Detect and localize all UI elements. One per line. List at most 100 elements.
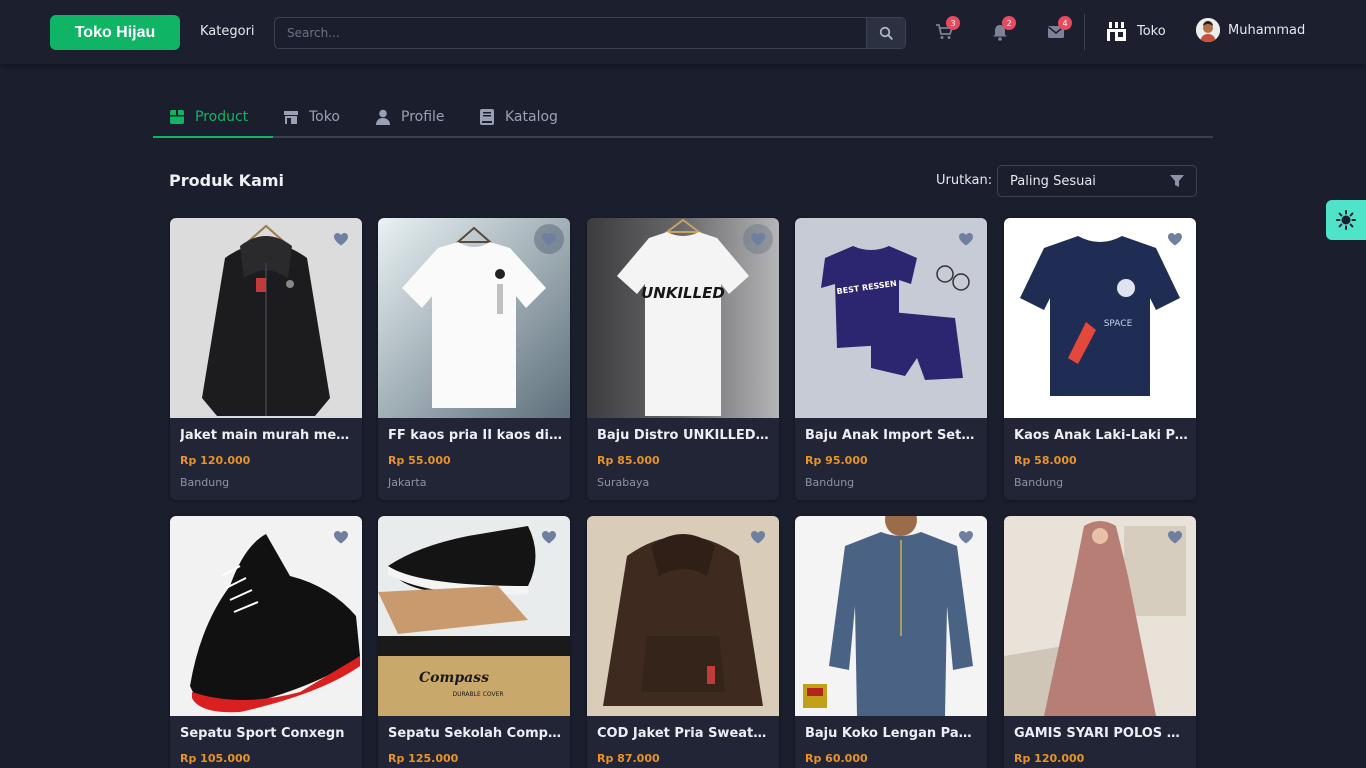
product-city: Bandung	[1014, 476, 1064, 489]
theme-toggle-button[interactable]	[1326, 200, 1366, 240]
tab-toko-label: Toko	[309, 109, 340, 125]
cart-badge: 3	[946, 16, 960, 30]
top-navbar: Toko Hijau Kategori 3 2 4	[0, 0, 1366, 64]
product-price: Rp 95.000	[805, 454, 868, 467]
product-city: Surabaya	[597, 476, 650, 489]
heart-icon	[959, 530, 973, 543]
product-image	[1004, 516, 1196, 716]
store-icon	[283, 109, 299, 125]
search-button[interactable]	[866, 18, 905, 48]
book-icon	[479, 109, 495, 125]
sort-label: Urutkan:	[936, 173, 993, 188]
avatar	[1196, 18, 1220, 42]
box-icon	[169, 109, 185, 125]
product-card[interactable]: UNKILLED Baju Distro UNKILLED Ka... Rp 8…	[587, 218, 779, 500]
heart-icon	[751, 232, 765, 245]
product-card[interactable]: Baju Koko Lengan Panja... Rp 60.000	[795, 516, 987, 768]
product-image	[587, 516, 779, 716]
search-bar	[274, 17, 906, 49]
box-sub-text: DURABLE COVER	[452, 691, 503, 698]
product-name: Sepatu Sekolah Compas...	[388, 726, 562, 741]
product-name: Kaos Anak Laki-Laki Pak...	[1014, 428, 1188, 443]
product-card[interactable]: BEST RESSEN Baju Anak Import Setela... R…	[795, 218, 987, 500]
product-price: Rp 125.000	[388, 752, 459, 765]
user-name: Muhammad	[1228, 22, 1306, 38]
wishlist-button[interactable]	[538, 526, 560, 548]
product-image: BEST RESSEN	[795, 218, 987, 418]
notification-button[interactable]: 2	[990, 16, 1016, 42]
product-card[interactable]: Jaket main murah meriah Rp 120.000 Bandu…	[170, 218, 362, 500]
user-menu[interactable]: Muhammad	[1196, 17, 1305, 43]
heart-icon	[334, 232, 348, 245]
cart-button[interactable]: 3	[934, 16, 960, 42]
product-card[interactable]: SPACE Kaos Anak Laki-Laki Pak... Rp 58.0…	[1004, 218, 1196, 500]
product-name: Sepatu Sport Conxegn	[180, 726, 345, 741]
product-card[interactable]: COD Jaket Pria Sweater H... Rp 87.000	[587, 516, 779, 768]
wishlist-button[interactable]	[330, 526, 352, 548]
product-image	[170, 218, 362, 418]
product-price: Rp 120.000	[1014, 752, 1085, 765]
wishlist-button[interactable]	[743, 224, 773, 254]
product-image: SPACE	[1004, 218, 1196, 418]
product-city: Jakarta	[388, 476, 427, 489]
heart-icon	[1168, 232, 1182, 245]
shirt-print-text: UNKILLED	[641, 284, 725, 302]
user-icon	[375, 109, 391, 125]
sort-value: Paling Sesuai	[1010, 173, 1096, 189]
heart-icon	[542, 530, 556, 543]
tab-profile[interactable]: Profile	[375, 106, 445, 128]
product-image: Compass DURABLE COVER	[378, 516, 570, 716]
active-tab-indicator	[153, 136, 273, 138]
tab-katalog-label: Katalog	[505, 109, 558, 125]
product-name: Baju Koko Lengan Panja...	[805, 726, 979, 741]
wishlist-button[interactable]	[1164, 228, 1186, 250]
wishlist-button[interactable]	[747, 526, 769, 548]
product-name: FF kaos pria II kaos distr...	[388, 428, 562, 443]
kategori-menu[interactable]: Kategori	[200, 24, 255, 39]
product-name: Baju Anak Import Setela...	[805, 428, 979, 443]
wishlist-button[interactable]	[534, 224, 564, 254]
sort-dropdown[interactable]: Paling Sesuai	[997, 165, 1197, 197]
box-brand-text: Compass	[419, 670, 489, 686]
sun-icon	[1336, 210, 1356, 230]
mail-badge: 4	[1058, 16, 1072, 30]
product-card[interactable]: GAMIS SYARI POLOS MIR... Rp 120.000	[1004, 516, 1196, 768]
heart-icon	[1168, 530, 1182, 543]
product-price: Rp 60.000	[805, 752, 868, 765]
heart-icon	[751, 530, 765, 543]
toko-label: Toko	[1137, 23, 1166, 39]
product-image	[795, 516, 987, 716]
wishlist-button[interactable]	[955, 526, 977, 548]
product-city: Bandung	[180, 476, 230, 489]
brand-logo-button[interactable]: Toko Hijau	[50, 15, 180, 50]
tab-katalog[interactable]: Katalog	[479, 106, 558, 128]
heart-icon	[959, 232, 973, 245]
tab-toko[interactable]: Toko	[283, 106, 340, 128]
wishlist-button[interactable]	[955, 228, 977, 250]
wishlist-button[interactable]	[330, 228, 352, 250]
search-input[interactable]	[275, 18, 867, 48]
product-price: Rp 120.000	[180, 454, 251, 467]
product-card[interactable]: Compass DURABLE COVER Sepatu Sekolah Com…	[378, 516, 570, 768]
header-divider	[1084, 14, 1085, 50]
product-image	[378, 218, 570, 418]
product-name: Jaket main murah meriah	[180, 428, 354, 443]
product-card[interactable]: Sepatu Sport Conxegn Rp 105.000	[170, 516, 362, 768]
product-price: Rp 58.000	[1014, 454, 1077, 467]
product-image: UNKILLED	[587, 218, 779, 418]
product-price: Rp 87.000	[597, 752, 660, 765]
product-name: COD Jaket Pria Sweater H...	[597, 726, 771, 741]
tab-product[interactable]: Product	[169, 106, 248, 128]
wishlist-button[interactable]	[1164, 526, 1186, 548]
shirt-print-text: SPACE	[1104, 319, 1133, 329]
tab-profile-label: Profile	[401, 109, 445, 125]
section-title: Produk Kami	[169, 171, 285, 190]
heart-icon	[542, 232, 556, 245]
mail-button[interactable]: 4	[1046, 16, 1072, 42]
heart-icon	[334, 530, 348, 543]
toko-link[interactable]: Toko	[1104, 18, 1166, 44]
product-card[interactable]: FF kaos pria II kaos distr... Rp 55.000 …	[378, 218, 570, 500]
product-price: Rp 85.000	[597, 454, 660, 467]
filter-icon	[1170, 175, 1184, 187]
tab-product-label: Product	[195, 109, 249, 125]
